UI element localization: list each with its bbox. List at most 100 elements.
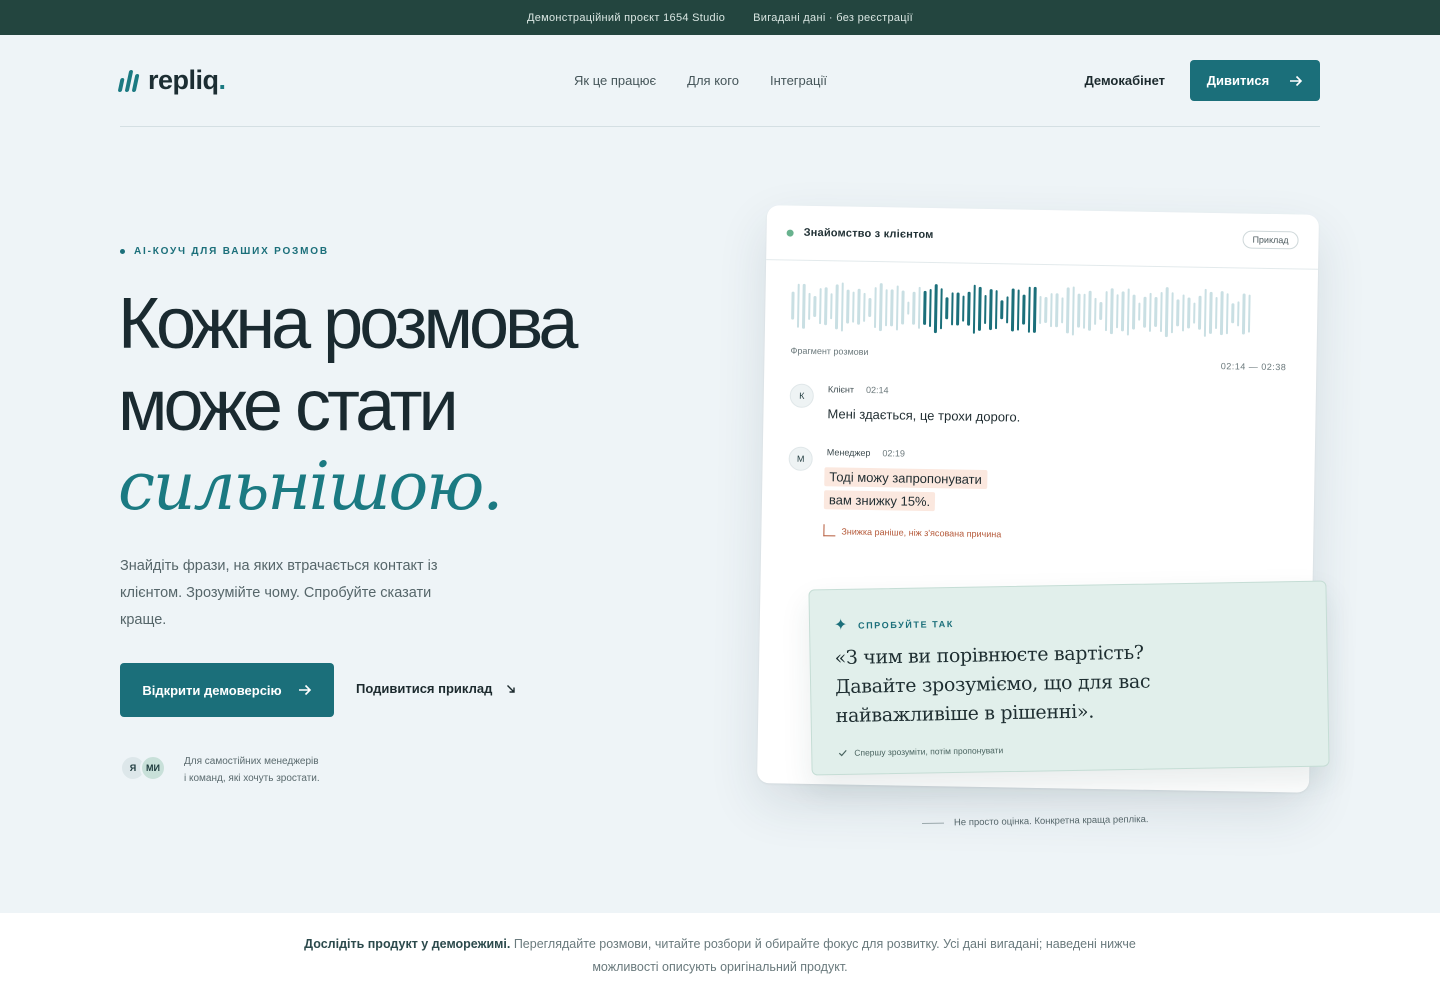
waveform-bar xyxy=(840,281,844,331)
waveform-bar xyxy=(1187,297,1191,329)
nav-item-for-whom[interactable]: Для кого xyxy=(687,73,739,88)
waveform-bar xyxy=(1231,303,1234,324)
waveform-bar xyxy=(928,288,932,328)
waveform-bar xyxy=(945,297,949,320)
waveform-bar xyxy=(791,291,795,320)
caption-divider xyxy=(922,822,945,824)
fragment-label: Фрагмент розмови xyxy=(790,345,869,357)
open-demo-label: Відкрити демоверсію xyxy=(142,682,282,698)
hero-subtitle: Знайдіть фрази, на яких втрачається конт… xyxy=(120,558,438,628)
waveform-bar xyxy=(994,289,998,329)
waveform-bar xyxy=(1032,286,1037,333)
waveform-bar xyxy=(868,297,872,317)
status-dot-icon xyxy=(786,229,794,237)
waveform-bar xyxy=(1077,293,1081,328)
message-time: 02:14 xyxy=(865,384,889,396)
waveform-bar xyxy=(878,283,883,332)
waveform-bar xyxy=(829,293,833,320)
waveform-bar xyxy=(1099,301,1102,321)
waveform-bar xyxy=(1219,291,1224,336)
waveform-bar xyxy=(988,288,993,330)
manager-message-meta: Менеджер 02:19 xyxy=(827,447,905,458)
client-avatar: К xyxy=(789,383,814,408)
hero-headline: Кожна розмова може стати сильнішою. xyxy=(118,283,678,527)
view-example-link[interactable]: Подивитися приклад xyxy=(356,681,516,696)
main-nav: Як це працює Для кого Інтеграції xyxy=(574,73,827,88)
arrow-right-icon xyxy=(1290,75,1303,86)
logo[interactable]: repliq. xyxy=(117,65,226,96)
preview-caption: Не просто оцінка. Конкретна краща реплік… xyxy=(922,814,1149,829)
issue-annotation: Знижка раніше, ніж з'ясована причина xyxy=(823,524,1001,539)
waveform-bar xyxy=(1065,287,1070,334)
waveform-bar xyxy=(1247,294,1251,333)
sparkle-icon: ✦ xyxy=(833,616,850,635)
waveform-bar xyxy=(977,286,982,331)
waveform-bar xyxy=(824,287,828,326)
waveform-bar xyxy=(956,291,960,326)
waveform-bar xyxy=(895,284,899,330)
banner-note-text: Вигадані дані · без реєстрації xyxy=(753,11,914,24)
client-message-meta: Клієнт 02:14 xyxy=(828,384,889,395)
nav-item-how-it-works[interactable]: Як це працює xyxy=(574,73,656,88)
waveform-bar xyxy=(1109,288,1114,335)
headline-line-2: може стати xyxy=(118,366,459,446)
demo-info-body: Переглядайте розмови, читайте розбори й … xyxy=(513,937,1136,974)
waveform-bar xyxy=(1010,287,1015,331)
waveform-bar xyxy=(1038,295,1042,324)
waveform-bar xyxy=(1148,292,1152,332)
audience-text: Для самостійних менеджерів і команд, які… xyxy=(184,753,320,787)
waveform-bar xyxy=(906,301,910,315)
eyebrow-dot-icon xyxy=(120,249,125,254)
demo-info-band: Дослідіть продукт у деморежимі. Перегляд… xyxy=(0,913,1440,1000)
suggestion-quote: «З чим ви порівнюєте вартість? Давайте з… xyxy=(834,641,1151,728)
waveform-bar xyxy=(917,286,921,329)
waveform-bar xyxy=(834,283,839,329)
manager-message-highlight-1: Тоді можу запропонувати xyxy=(824,467,988,490)
waveform-bar xyxy=(1154,296,1158,327)
waveform-bar xyxy=(1170,291,1174,333)
waveform-bar xyxy=(1060,297,1064,324)
waveform-bar xyxy=(1192,302,1196,324)
fragment-time: 02:14 — 02:38 xyxy=(1220,361,1287,373)
waveform-bar xyxy=(1126,287,1130,335)
waveform-bar xyxy=(1055,293,1059,328)
watch-button[interactable]: Дивитися xyxy=(1190,60,1320,101)
waveform-bar xyxy=(912,291,916,325)
audience-line-1: Для самостійних менеджерів xyxy=(184,756,319,767)
waveform-bar xyxy=(950,291,954,325)
waveform-bar xyxy=(923,290,927,325)
waveform-bar xyxy=(1000,299,1003,319)
waveform-bar xyxy=(1131,294,1136,330)
waveform-bar xyxy=(1236,300,1240,326)
waveform-bar xyxy=(1214,296,1218,330)
banner-project-text: Демонстраційний проєкт 1654 Studio xyxy=(526,11,726,24)
waveform-bar xyxy=(818,288,822,325)
demo-cabinet-link[interactable]: Демокабінет xyxy=(1084,73,1165,88)
suggestion-note-text: Спершу зрозуміти, потім пропонувати xyxy=(854,745,1004,758)
waveform-bar xyxy=(983,294,987,324)
waveform-bar xyxy=(796,283,800,328)
issue-text: Знижка раніше, ніж з'ясована причина xyxy=(841,526,1002,540)
waveform-bar xyxy=(1225,292,1229,334)
suggestion-note: Спершу зрозуміти, потім пропонувати xyxy=(838,745,1003,758)
waveform-bar xyxy=(890,288,894,326)
waveform-bar xyxy=(1164,287,1169,338)
waveform-bar xyxy=(1208,291,1213,334)
waveform-bar xyxy=(846,289,850,324)
waveform-bar xyxy=(1203,288,1207,337)
waveform-bar xyxy=(801,283,806,329)
suggestion-tag-text: СПРОБУЙТЕ ТАК xyxy=(857,619,955,631)
waveform-bar xyxy=(857,288,861,325)
logo-bars-icon xyxy=(117,69,141,92)
demo-banner: Демонстраційний проєкт 1654 Studio Вигад… xyxy=(0,0,1440,35)
view-example-label: Подивитися приклад xyxy=(356,681,493,696)
caption-text: Не просто оцінка. Конкретна краща реплік… xyxy=(953,814,1149,829)
message-author: Клієнт xyxy=(827,384,855,395)
headline-accent: сильнішою. xyxy=(118,448,503,525)
card-title: Знайомство з клієнтом xyxy=(803,226,934,242)
message-time: 02:19 xyxy=(882,448,906,459)
open-demo-button[interactable]: Відкрити демоверсію xyxy=(120,663,334,717)
waveform-bar xyxy=(1241,292,1246,335)
nav-item-integrations[interactable]: Інтеграції xyxy=(770,73,827,88)
arrow-down-right-icon xyxy=(507,684,516,693)
